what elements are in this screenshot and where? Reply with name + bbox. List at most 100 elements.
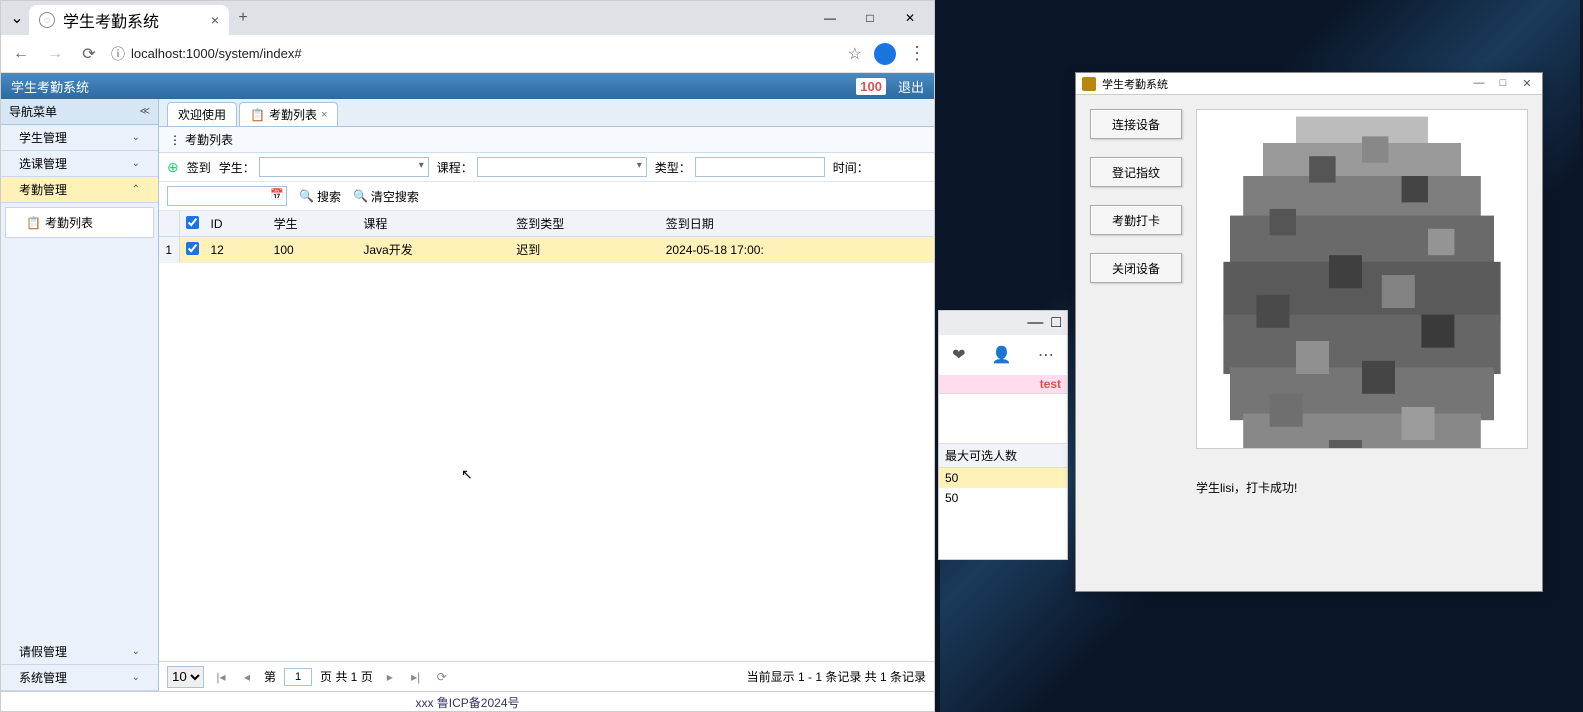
- browser-window: ⌄ ◌ 学生考勤系统 × + — □ ✕ ← → ⟳ ⓘ localhost:1…: [0, 0, 935, 712]
- signin-button[interactable]: 签到: [187, 159, 211, 176]
- toolbar-row2: 🔍搜索 🔍清空搜索: [159, 182, 934, 211]
- tab-dropdown[interactable]: ⌄: [5, 6, 29, 30]
- window-maximize-button[interactable]: □: [1494, 77, 1512, 90]
- window-close-button[interactable]: ✕: [1518, 77, 1536, 90]
- heart-icon[interactable]: ❤: [952, 345, 965, 365]
- nav-title: 导航菜单 ≪: [1, 99, 158, 125]
- page-size-select[interactable]: 10: [167, 666, 204, 688]
- panel-title: ⋮ 考勤列表: [159, 127, 934, 153]
- window-maximize-button[interactable]: □: [1051, 314, 1061, 332]
- close-device-button[interactable]: 关闭设备: [1090, 253, 1182, 283]
- student-combo[interactable]: [259, 157, 429, 177]
- fingerprint-title: 学生考勤系统: [1102, 76, 1168, 92]
- sidebar-item-system[interactable]: 系统管理⌄: [1, 665, 158, 691]
- page-tabs: 欢迎使用 📋 考勤列表 ×: [159, 99, 934, 127]
- type-label: 类型：: [655, 159, 691, 176]
- mini-row[interactable]: 50: [939, 488, 1067, 508]
- fingerprint-titlebar: 学生考勤系统 — □ ✕: [1076, 73, 1542, 95]
- add-icon[interactable]: ⊕: [167, 159, 179, 176]
- date-input[interactable]: [167, 186, 287, 206]
- new-tab-button[interactable]: +: [229, 4, 257, 32]
- profile-icon[interactable]: 👤: [992, 345, 1012, 365]
- col-type[interactable]: 签到类型: [510, 211, 660, 237]
- sidebar: 导航菜单 ≪ 学生管理⌄ 选课管理⌄ 考勤管理⌃ 📋 考勤列表 请假管理⌄ 系统…: [1, 99, 159, 691]
- cell-id: 12: [205, 237, 268, 263]
- window-maximize-button[interactable]: □: [850, 3, 890, 33]
- type-input[interactable]: [695, 157, 825, 177]
- mini-row[interactable]: 50: [939, 468, 1067, 488]
- table-row[interactable]: 1 12 100 Java开发 迟到 2024-05-18 17:00:: [159, 237, 934, 263]
- page-input[interactable]: [284, 668, 312, 686]
- window-minimize-button[interactable]: —: [810, 3, 850, 33]
- collapse-sidebar-icon[interactable]: ≪: [140, 106, 150, 117]
- first-page-button[interactable]: |◂: [212, 668, 230, 686]
- row-checkbox[interactable]: [186, 242, 199, 255]
- tab-title: 学生考勤系统: [63, 8, 159, 32]
- sidebar-item-leave[interactable]: 请假管理⌄: [1, 639, 158, 665]
- sidebar-item-course[interactable]: 选课管理⌄: [1, 151, 158, 177]
- fingerprint-buttons: 连接设备 登记指纹 考勤打卡 关闭设备: [1090, 109, 1182, 577]
- time-label: 时间：: [833, 159, 869, 176]
- more-icon[interactable]: ⋯: [1038, 345, 1054, 365]
- col-student[interactable]: 学生: [268, 211, 358, 237]
- search-button[interactable]: 🔍搜索: [299, 188, 341, 205]
- next-page-button[interactable]: ▸: [381, 668, 399, 686]
- register-fingerprint-button[interactable]: 登记指纹: [1090, 157, 1182, 187]
- close-tab-icon[interactable]: ×: [211, 12, 219, 28]
- browser-tab-bar: ⌄ ◌ 学生考勤系统 × + — □ ✕: [1, 1, 934, 35]
- tab-attendance-list[interactable]: 📋 考勤列表 ×: [239, 102, 338, 126]
- mini-col-header: 最大可选人数: [939, 443, 1067, 468]
- secondary-controls: — □: [939, 311, 1067, 335]
- browser-tab[interactable]: ◌ 学生考勤系统 ×: [29, 5, 229, 35]
- mouse-cursor: ↖: [461, 466, 473, 483]
- back-button[interactable]: ←: [9, 42, 33, 66]
- tab-icon: 📋: [250, 108, 265, 122]
- table-header-row: ID 学生 课程 签到类型 签到日期: [159, 211, 934, 237]
- col-id[interactable]: ID: [205, 211, 268, 237]
- page-suffix: 页 共 1 页: [320, 668, 373, 685]
- window-close-button[interactable]: ✕: [890, 3, 930, 33]
- main-panel: 欢迎使用 📋 考勤列表 × ⋮ 考勤列表 ⊕ 签到 学生： 课程： 类: [159, 99, 934, 691]
- cell-course: Java开发: [357, 237, 510, 263]
- connect-device-button[interactable]: 连接设备: [1090, 109, 1182, 139]
- info-icon: ⓘ: [111, 44, 125, 64]
- clear-icon: 🔍: [353, 189, 368, 203]
- col-date[interactable]: 签到日期: [660, 211, 934, 237]
- tab-welcome[interactable]: 欢迎使用: [167, 102, 237, 126]
- select-all-checkbox[interactable]: [186, 216, 199, 229]
- footer: xxx 鲁ICP备2024号: [1, 691, 934, 711]
- cell-type: 迟到: [510, 237, 660, 263]
- java-icon: [1082, 77, 1096, 91]
- attendance-punch-button[interactable]: 考勤打卡: [1090, 205, 1182, 235]
- window-minimize-button[interactable]: —: [1470, 77, 1488, 90]
- forward-button[interactable]: →: [43, 42, 67, 66]
- last-page-button[interactable]: ▸|: [407, 668, 425, 686]
- row-number: 1: [159, 237, 179, 263]
- sidebar-item-attendance[interactable]: 考勤管理⌃: [1, 177, 158, 203]
- sidebar-sub-attendance-list[interactable]: 📋 考勤列表: [5, 207, 154, 238]
- refresh-button[interactable]: ⟳: [433, 668, 451, 686]
- sidebar-item-student[interactable]: 学生管理⌄: [1, 125, 158, 151]
- url-box[interactable]: ⓘ localhost:1000/system/index#: [111, 44, 838, 64]
- app-header: 学生考勤系统 100 退出: [1, 73, 934, 99]
- pager: 10 |◂ ◂ 第 页 共 1 页 ▸ ▸| ⟳ 当前显示 1 - 1 条记录 …: [159, 661, 934, 691]
- profile-avatar[interactable]: 👤: [874, 43, 896, 65]
- app-title: 学生考勤系统: [11, 77, 89, 96]
- bookmark-icon[interactable]: ☆: [848, 44, 862, 64]
- reload-button[interactable]: ⟳: [77, 42, 101, 66]
- cell-student: 100: [268, 237, 358, 263]
- cell-date: 2024-05-18 17:00:: [660, 237, 934, 263]
- browser-menu-icon[interactable]: ⋮: [908, 43, 926, 64]
- logout-link[interactable]: 退出: [898, 77, 924, 96]
- grip-icon: ⋮: [169, 133, 181, 147]
- clear-search-button[interactable]: 🔍清空搜索: [353, 188, 419, 205]
- window-minimize-button[interactable]: —: [1027, 314, 1043, 332]
- page-prefix: 第: [264, 668, 276, 685]
- data-grid: ID 学生 课程 签到类型 签到日期 1 12 100: [159, 211, 934, 661]
- app-container: 学生考勤系统 100 退出 导航菜单 ≪ 学生管理⌄ 选课管理⌄ 考勤管理⌃ 📋…: [1, 73, 934, 711]
- url-text: localhost:1000/system/index#: [131, 46, 302, 61]
- course-combo[interactable]: [477, 157, 647, 177]
- close-tab-icon[interactable]: ×: [321, 109, 327, 121]
- col-course[interactable]: 课程: [357, 211, 510, 237]
- prev-page-button[interactable]: ◂: [238, 668, 256, 686]
